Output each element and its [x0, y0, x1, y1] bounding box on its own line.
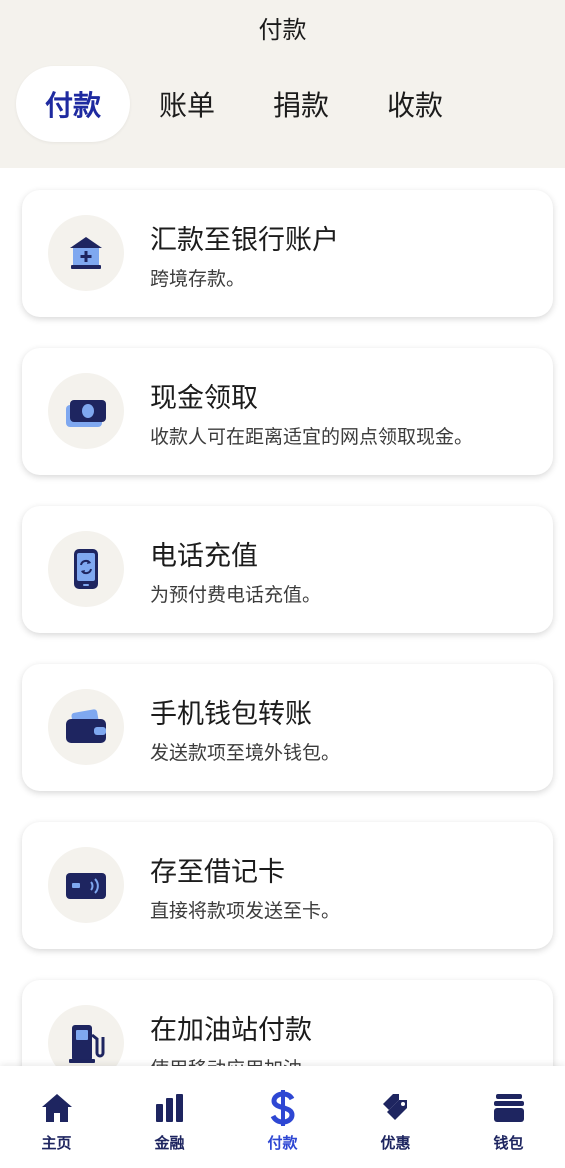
service-subtitle: 跨境存款。 [150, 268, 246, 290]
nav-offers[interactable]: 优惠 [339, 1066, 452, 1168]
service-card-cash-pickup[interactable]: 现金领取 收款人可在距离适宜的网点领取现金。 [22, 348, 553, 475]
service-subtitle: 为预付费电话充值。 [150, 584, 322, 606]
finance-chart-icon [152, 1090, 188, 1126]
service-title: 手机钱包转账 [150, 699, 312, 730]
nav-finance[interactable]: 金融 [113, 1066, 226, 1168]
tab-receive[interactable]: 收款 [358, 66, 472, 142]
service-subtitle: 发送款项至境外钱包。 [150, 742, 341, 764]
nav-label: 钱包 [493, 1134, 524, 1152]
service-title: 汇款至银行账户 [150, 225, 339, 256]
tab-bar: 付款 账单 捐款 收款 [16, 66, 472, 142]
dollar-icon [265, 1090, 301, 1126]
bank-icon [48, 215, 124, 291]
tab-donate[interactable]: 捐款 [244, 66, 358, 142]
nav-label: 优惠 [380, 1134, 411, 1152]
wallet-stack-icon [491, 1090, 527, 1126]
home-icon [39, 1090, 75, 1126]
service-title: 存至借记卡 [150, 857, 285, 888]
service-subtitle: 直接将款项发送至卡。 [150, 900, 341, 922]
page-title: 付款 [258, 16, 307, 44]
service-card-phone-topup[interactable]: 电话充值 为预付费电话充值。 [22, 506, 553, 633]
tab-pay[interactable]: 付款 [16, 66, 131, 142]
service-title: 电话充值 [150, 541, 258, 572]
cash-icon [48, 373, 124, 449]
service-card-bank-transfer[interactable]: 汇款至银行账户 跨境存款。 [22, 190, 553, 317]
debit-card-icon [48, 847, 124, 923]
nav-pay[interactable]: 付款 [226, 1066, 339, 1168]
service-card-mobile-wallet[interactable]: 手机钱包转账 发送款项至境外钱包。 [22, 664, 553, 791]
nav-label: 主页 [41, 1134, 72, 1152]
nav-home[interactable]: 主页 [0, 1066, 113, 1168]
service-title: 现金领取 [150, 383, 258, 414]
header: 付款 付款 账单 捐款 收款 [0, 0, 565, 168]
tab-bills[interactable]: 账单 [130, 66, 244, 142]
service-title: 在加油站付款 [150, 1015, 312, 1046]
nav-label: 付款 [267, 1134, 298, 1152]
nav-wallet[interactable]: 钱包 [452, 1066, 565, 1168]
bottom-nav: 主页 金融 付款 优惠 钱包 [0, 1066, 565, 1168]
service-subtitle: 收款人可在距离适宜的网点领取现金。 [150, 426, 474, 448]
service-card-debit-card[interactable]: 存至借记卡 直接将款项发送至卡。 [22, 822, 553, 949]
tags-icon [378, 1090, 414, 1126]
wallet-icon [48, 689, 124, 765]
service-list: 汇款至银行账户 跨境存款。 现金领取 收款人可在距离适宜的网点领取现金。 电话充… [22, 190, 553, 1138]
nav-label: 金融 [154, 1134, 185, 1152]
phone-topup-icon [48, 531, 124, 607]
